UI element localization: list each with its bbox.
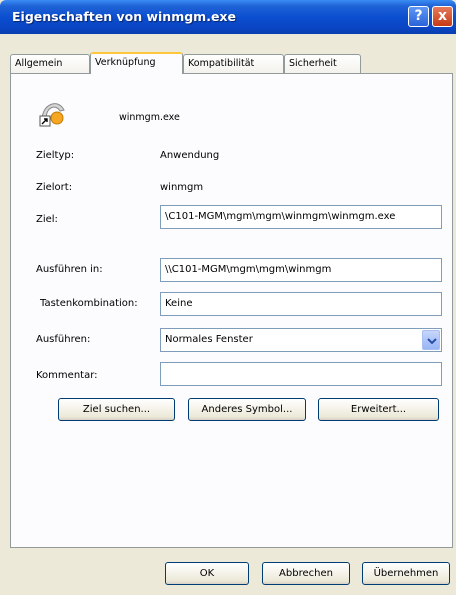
abbrechen-button[interactable]: Abbrechen: [262, 562, 350, 585]
help-button[interactable]: ?: [408, 6, 429, 27]
tab-sicherheit[interactable]: Sicherheit: [284, 54, 361, 73]
ziel-input[interactable]: \C101-MGM\mgm\mgm\winmgm\winmgm.exe: [160, 205, 442, 229]
tastenkombination-input[interactable]: Keine: [160, 292, 442, 316]
anderes-symbol-button[interactable]: Anderes Symbol...: [188, 398, 306, 421]
chevron-down-icon[interactable]: [422, 330, 440, 350]
ausfuehren-select[interactable]: Normales Fenster: [160, 328, 442, 352]
ausfuehren-select-value: Normales Fenster: [165, 334, 253, 345]
ziel-label: Ziel:: [36, 214, 58, 225]
erweitert-button[interactable]: Erweitert...: [318, 398, 439, 421]
close-button[interactable]: x: [432, 6, 453, 27]
kommentar-label: Kommentar:: [36, 370, 98, 381]
ausfuehren-in-input[interactable]: \\C101-MGM\mgm\mgm\winmgm: [160, 258, 442, 282]
zieltyp-value: Anwendung: [160, 150, 220, 161]
ok-button[interactable]: OK: [165, 562, 249, 585]
zieltyp-label: Zieltyp:: [36, 150, 75, 161]
tab-kompatibilitaet[interactable]: Kompatibilität: [183, 54, 284, 73]
properties-dialog: Eigenschaften von winmgm.exe ? x Allgeme…: [0, 0, 456, 595]
shortcut-application-icon: [36, 94, 70, 128]
ziel-suchen-button[interactable]: Ziel suchen...: [58, 398, 175, 421]
tab-allgemein[interactable]: Allgemein: [10, 54, 90, 73]
tab-verknuepfung[interactable]: Verknüpfung: [90, 52, 183, 74]
uebernehmen-button[interactable]: Übernehmen: [362, 562, 450, 585]
zielort-value: winmgm: [160, 182, 204, 193]
zielort-label: Zielort:: [36, 182, 73, 193]
ausfuehren-label: Ausführen:: [36, 334, 91, 345]
title-bar[interactable]: Eigenschaften von winmgm.exe ? x: [0, 0, 456, 34]
window-title: Eigenschaften von winmgm.exe: [12, 9, 236, 24]
ausfuehren-in-label: Ausführen in:: [36, 264, 103, 275]
tastenkombination-label: Tastenkombination:: [40, 298, 138, 309]
kommentar-input[interactable]: [160, 362, 442, 386]
file-name: winmgm.exe: [119, 112, 180, 123]
